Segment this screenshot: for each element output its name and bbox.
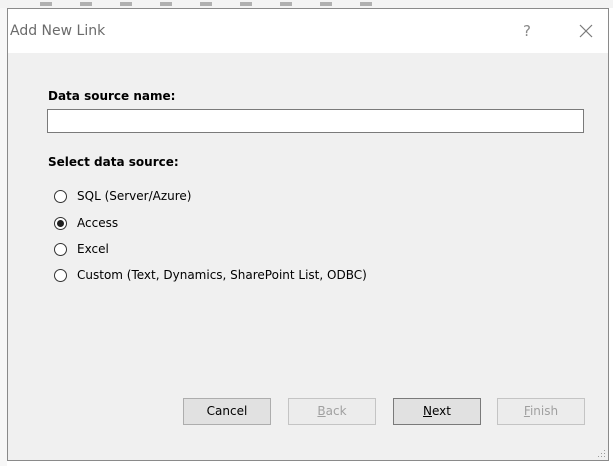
radio-option-access[interactable]: Access [54,214,118,232]
next-button-mnemonic: N [423,404,432,418]
radio-button-sql[interactable] [54,189,67,203]
radio-option-sql[interactable]: SQL (Server/Azure) [54,187,192,205]
dialog-title: Add New Link [10,23,106,39]
back-button-label: ack [325,404,347,418]
radio-option-excel[interactable]: Excel [54,240,109,258]
help-button[interactable]: ? [518,21,536,41]
data-source-name-label: Data source name: [48,89,176,103]
cancel-button[interactable]: Cancel [183,398,271,425]
background-app-strip [0,0,613,8]
dialog-titlebar: Add New Link ? [8,9,608,53]
next-button-label: ext [432,404,451,418]
radio-label-custom: Custom (Text, Dynamics, SharePoint List,… [77,268,367,282]
back-button[interactable]: Back [288,398,376,425]
radio-option-custom[interactable]: Custom (Text, Dynamics, SharePoint List,… [54,266,367,284]
back-button-mnemonic: B [317,404,326,418]
radio-label-sql: SQL (Server/Azure) [77,189,192,203]
radio-label-excel: Excel [77,242,109,256]
close-icon [579,24,593,38]
radio-label-access: Access [77,216,119,230]
add-new-link-dialog: Add New Link ? Data source name: Select … [7,8,609,461]
close-button[interactable] [575,20,597,42]
resize-grip-icon[interactable] [596,448,606,458]
next-button[interactable]: Next [393,398,481,425]
background-app-decoration [40,2,390,6]
background-app-edge [0,8,7,466]
select-data-source-label: Select data source: [48,155,179,169]
finish-button[interactable]: Finish [497,398,585,425]
radio-button-excel[interactable] [54,242,67,256]
radio-button-custom[interactable] [54,268,67,282]
data-source-name-input[interactable] [47,109,584,133]
radio-button-access[interactable] [54,216,67,230]
finish-button-label: inish [529,404,559,418]
